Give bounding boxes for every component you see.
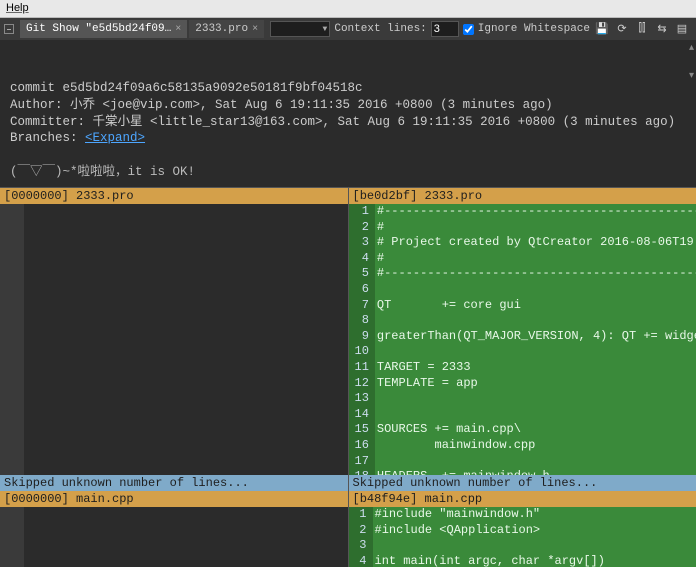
- unified-icon[interactable]: ▤: [674, 21, 690, 37]
- code-lines: #include "mainwindow.h" #include <QAppli…: [373, 507, 696, 567]
- expand-branches-link[interactable]: <Expand>: [85, 131, 145, 145]
- reload-icon[interactable]: ⟳: [614, 21, 630, 37]
- tab-label: Git Show "e5d5bd24f09…: [26, 23, 171, 35]
- menubar: Help: [0, 0, 696, 18]
- chevron-down-icon: ▼: [323, 25, 328, 34]
- context-lines-label: Context lines:: [334, 23, 426, 35]
- tab-git-show[interactable]: Git Show "e5d5bd24f09… ×: [20, 20, 187, 38]
- line-gutter: 1 2 3 4: [349, 507, 373, 567]
- commit-message: (￣▽￣)~*啦啦啦，it is OK!: [10, 165, 195, 179]
- code-lines: [24, 204, 348, 475]
- menu-help[interactable]: Help: [6, 2, 29, 14]
- close-icon[interactable]: ×: [175, 24, 181, 35]
- line-gutter: 1 2 3 4 5 6 7 8 9 10 11 12 13 14 15 16 1…: [349, 204, 375, 475]
- code-lines: #---------------------------------------…: [375, 204, 696, 475]
- file-header-right-2[interactable]: [b48f94e] main.cpp: [349, 491, 696, 507]
- commit-author: Author: 小乔 <joe@vip.com>, Sat Aug 6 19:1…: [10, 98, 553, 112]
- code-lines: [24, 507, 348, 567]
- file-header-right-1[interactable]: [be0d2bf] 2333.pro: [349, 188, 696, 204]
- line-gutter: [0, 204, 24, 475]
- ignore-whitespace-label: Ignore Whitespace: [478, 23, 590, 35]
- scroll-up-icon[interactable]: ▴: [689, 42, 694, 56]
- left-code-area-1[interactable]: [0, 204, 348, 475]
- close-icon[interactable]: ×: [252, 24, 258, 35]
- side-by-side-icon[interactable]: ⫿⫿: [634, 21, 650, 37]
- diff-left-pane: [0000000] 2333.pro Skipped unknown numbe…: [0, 187, 349, 567]
- collapse-toggle-icon[interactable]: [4, 24, 14, 34]
- line-gutter: [0, 507, 24, 567]
- file-header-left-1[interactable]: [0000000] 2333.pro: [0, 188, 348, 204]
- history-dropdown[interactable]: ▼: [270, 21, 330, 37]
- diff-view: [0000000] 2333.pro Skipped unknown numbe…: [0, 187, 696, 567]
- ignore-whitespace-checkbox[interactable]: [463, 24, 474, 35]
- context-lines-input[interactable]: [431, 21, 459, 37]
- skip-indicator-left: Skipped unknown number of lines...: [0, 475, 348, 491]
- right-code-area-1[interactable]: 1 2 3 4 5 6 7 8 9 10 11 12 13 14 15 16 1…: [349, 204, 696, 475]
- diff-toolbar: ▼ Context lines: Ignore Whitespace 💾 ⟳ ⫿…: [270, 21, 696, 37]
- tab-2333-pro[interactable]: 2333.pro ×: [189, 20, 264, 38]
- save-icon[interactable]: 💾: [594, 21, 610, 37]
- diff-right-pane: [be0d2bf] 2333.pro 1 2 3 4 5 6 7 8 9 10 …: [349, 187, 696, 567]
- branches-label: Branches:: [10, 131, 85, 145]
- skip-indicator-right: Skipped unknown number of lines...: [349, 475, 696, 491]
- tab-label: 2333.pro: [195, 23, 248, 35]
- tab-bar: Git Show "e5d5bd24f09… × 2333.pro × ▼ Co…: [0, 18, 696, 40]
- commit-info: ▴ ▾ commit e5d5bd24f09a6c58135a9092e5018…: [0, 40, 696, 187]
- left-code-area-2[interactable]: [0, 507, 348, 567]
- commit-committer: Committer: 千棠小星 <little_star13@163.com>,…: [10, 115, 675, 129]
- right-code-area-2[interactable]: 1 2 3 4 #include "mainwindow.h" #include…: [349, 507, 696, 567]
- commit-hash: commit e5d5bd24f09a6c58135a9092e50181f9b…: [10, 81, 363, 95]
- file-header-left-2[interactable]: [0000000] main.cpp: [0, 491, 348, 507]
- sync-scroll-icon[interactable]: ⇆: [654, 21, 670, 37]
- scroll-down-icon[interactable]: ▾: [689, 70, 694, 84]
